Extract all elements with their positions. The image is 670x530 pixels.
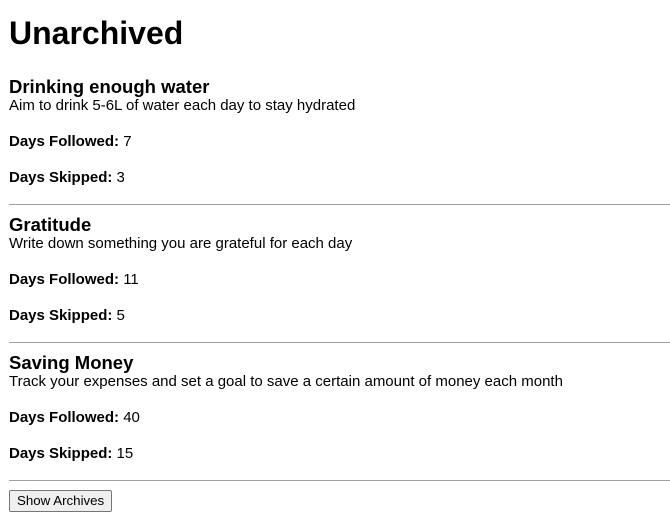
days-skipped-value: 5 — [116, 307, 125, 324]
days-skipped: Days Skipped: 3 — [9, 169, 125, 187]
habit-title: Gratitude — [9, 214, 92, 235]
habit-description: Track your expenses and set a goal to sa… — [9, 373, 563, 390]
habit-title: Saving Money — [9, 352, 134, 373]
days-followed: Days Followed: 11 — [9, 271, 139, 289]
days-skipped: Days Skipped: 15 — [9, 445, 133, 463]
habit-title: Drinking enough water — [9, 76, 210, 97]
days-skipped-value: 15 — [116, 445, 134, 462]
days-skipped-value: 3 — [116, 169, 125, 186]
days-skipped: Days Skipped: 5 — [9, 307, 125, 325]
habit-divider — [9, 480, 670, 481]
habit-divider — [9, 342, 670, 343]
page-title: Unarchived — [9, 15, 184, 51]
days-followed-value: 11 — [123, 271, 139, 288]
days-skipped-label: Days Skipped: — [9, 169, 113, 186]
days-followed-value: 7 — [123, 133, 132, 150]
days-followed-value: 40 — [123, 409, 140, 426]
habit-divider — [9, 204, 670, 205]
habit-description: Write down something you are grateful fo… — [9, 235, 353, 252]
show-archives-button[interactable]: Show Archives — [9, 490, 113, 512]
days-skipped-label: Days Skipped: — [9, 307, 113, 324]
days-skipped-label: Days Skipped: — [9, 445, 113, 462]
days-followed-label: Days Followed: — [9, 133, 120, 150]
days-followed: Days Followed: 40 — [9, 409, 140, 427]
habits-page: Unarchived Drinking enough water Aim to … — [0, 0, 670, 530]
days-followed-label: Days Followed: — [9, 409, 120, 426]
days-followed-label: Days Followed: — [9, 271, 120, 288]
days-followed: Days Followed: 7 — [9, 133, 132, 151]
habit-description: Aim to drink 5-6L of water each day to s… — [9, 97, 356, 114]
